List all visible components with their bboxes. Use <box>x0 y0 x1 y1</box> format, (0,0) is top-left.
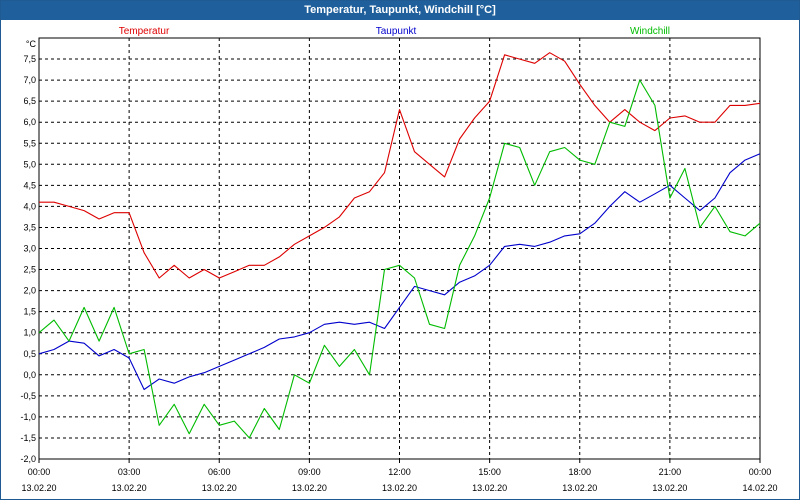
x-tick-time: 15:00 <box>478 467 501 477</box>
y-tick-label: -1,0 <box>20 412 36 422</box>
x-tick-date: 13.02.20 <box>292 483 327 493</box>
y-tick-label: 1,0 <box>23 328 36 338</box>
x-tick-time: 18:00 <box>568 467 591 477</box>
y-tick-label: 3,5 <box>23 222 36 232</box>
legend-entry: Windchill <box>630 26 670 37</box>
x-tick-date: 13.02.20 <box>652 483 687 493</box>
y-tick-label: 6,5 <box>23 96 36 106</box>
y-tick-label: -2,0 <box>20 454 36 464</box>
y-tick-label: 0,5 <box>23 349 36 359</box>
x-tick-date: 13.02.20 <box>112 483 147 493</box>
y-tick-label: 6,0 <box>23 117 36 127</box>
y-tick-label: 7,0 <box>23 75 36 85</box>
x-tick-time: 12:00 <box>388 467 411 477</box>
x-tick-date: 13.02.20 <box>562 483 597 493</box>
x-tick-date: 13.02.20 <box>382 483 417 493</box>
x-tick-time: 00:00 <box>28 467 51 477</box>
x-tick-time: 06:00 <box>208 467 231 477</box>
chart-svg: 7,5 7,0 6,5 6,0 5,5 5,0 4,5 4,0 3,5 3,0 2,5 2,0 1,5 1… <box>20 26 777 493</box>
y-tick-label: 3,0 <box>23 244 36 254</box>
x-tick-date: 13.02.20 <box>472 483 507 493</box>
x-tick-time: 03:00 <box>118 467 141 477</box>
y-tick-label: 5,5 <box>23 138 36 148</box>
x-tick-time: 00:00 <box>749 467 772 477</box>
x-tick-time: 09:00 <box>298 467 321 477</box>
x-tick-date: 13.02.20 <box>202 483 237 493</box>
y-tick-label: 7,5 <box>23 54 36 64</box>
y-tick-label: 5,0 <box>23 159 36 169</box>
y-tick-label: -1,5 <box>20 433 36 443</box>
x-tick-date: 13.02.20 <box>21 483 56 493</box>
y-tick-label: -0,5 <box>20 391 36 401</box>
y-tick-label: 4,0 <box>23 201 36 211</box>
y-tick-label: 2,0 <box>23 286 36 296</box>
y-tick-label: 4,5 <box>23 180 36 190</box>
y-tick-label: 1,5 <box>23 307 36 317</box>
y-tick-label: 0,0 <box>23 370 36 380</box>
legend-entry: Taupunkt <box>376 26 417 37</box>
y-axis-label: °C <box>26 39 37 49</box>
x-tick-time: 21:00 <box>659 467 682 477</box>
series-line-windchill <box>38 79 761 439</box>
y-tick-label: 2,5 <box>23 265 36 275</box>
legend-entry: Temperatur <box>119 26 170 37</box>
x-tick-date: 14.02.20 <box>742 483 777 493</box>
